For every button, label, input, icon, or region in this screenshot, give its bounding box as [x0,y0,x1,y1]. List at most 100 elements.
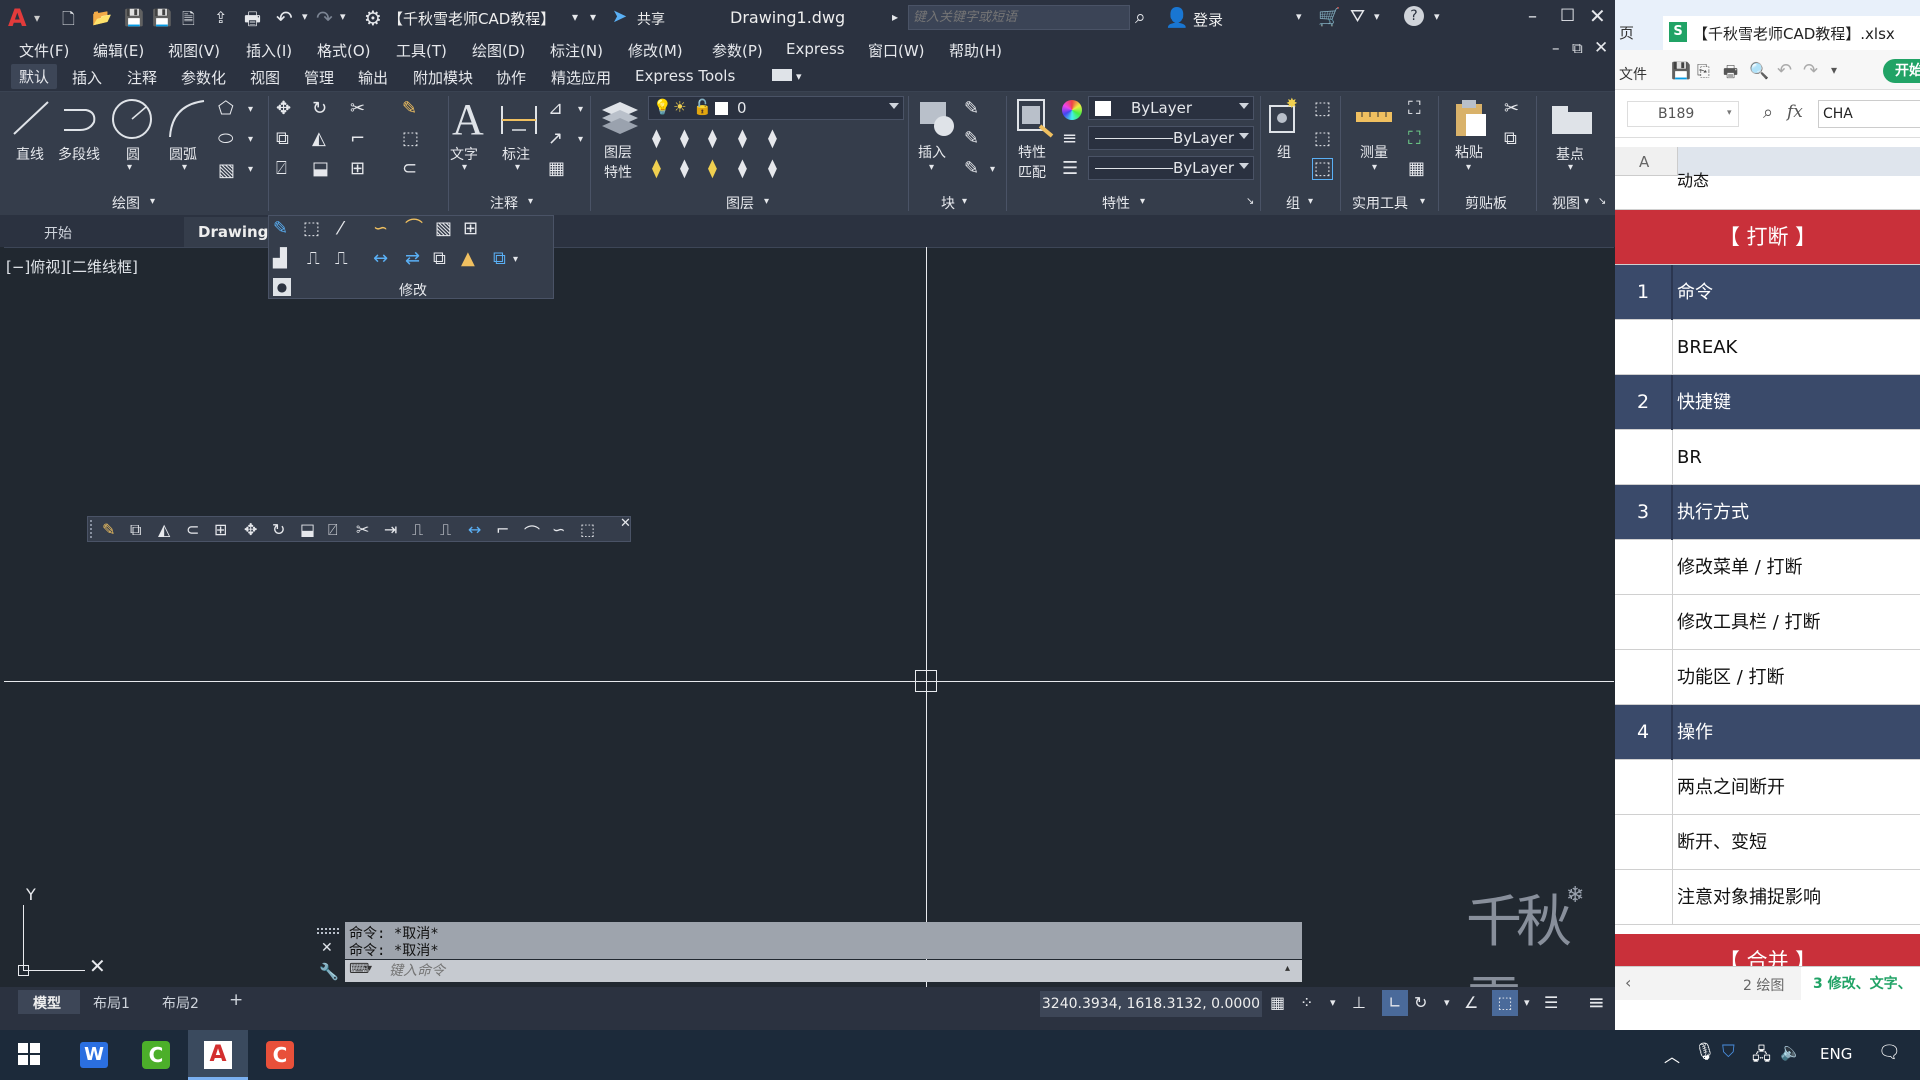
scale-icon[interactable]: ⬓ [312,160,329,178]
layout2-tab[interactable]: 布局2 [162,993,199,1013]
export-icon[interactable]: ⇪ [214,8,227,27]
circle-tool-icon[interactable] [110,97,154,141]
model-tab-label[interactable]: 模型 [33,993,61,1013]
doc-restore-icon[interactable]: ⧉ [1572,39,1583,57]
layer-tool-1-icon[interactable]: ⧫ [652,130,661,148]
sheet-tab-modify[interactable]: 3 修改、文字、 [1801,967,1920,1001]
tab-view[interactable]: 视图 [250,67,280,88]
polygon-icon[interactable]: ⬠ [218,100,234,118]
row-number-cell[interactable]: 1 [1615,265,1673,320]
redo-icon[interactable]: ↷ [316,6,333,30]
match-properties-label-line1[interactable]: 特性 [1018,142,1046,162]
table-row[interactable]: BR [1615,430,1920,485]
floating-modify-toolbar[interactable]: ✎ ⧉ ◭ ⊂ ⊞ ✥ ↻ ⬓ ⍁ ✂ ⇥ ⎍ ⎍ ↔ ⌐ ⌒ ∽ ⬚ ✕ [87,516,631,544]
fillet-icon[interactable]: ⌐ [350,130,365,148]
layer-tool-8-icon[interactable]: ⧫ [708,160,717,178]
scale-icon[interactable]: ⬓ [300,520,315,539]
app-menu-chevron-icon[interactable]: ▾ [34,11,40,25]
ortho-icon[interactable]: ∟ [1382,990,1408,1016]
mirror-icon[interactable]: ◭ [312,130,326,148]
content-cell[interactable]: BR [1677,430,1702,485]
table-row[interactable]: 修改菜单 / 打断 [1615,540,1920,595]
undo-dropdown-icon[interactable]: ▾ [302,10,308,23]
tab-addins[interactable]: 附加模块 [413,67,473,88]
tab-express-tools[interactable]: Express Tools [635,67,735,85]
measure-tool-icon[interactable] [1354,102,1394,132]
base-view-dropdown-icon[interactable]: ▾ [1568,162,1573,173]
row-number-cell[interactable] [1615,595,1673,650]
copy-icon[interactable]: ⧉ [276,130,289,148]
panel-properties-title[interactable]: 特性 [1102,193,1130,213]
mirror-icon[interactable]: ◭ [158,520,170,539]
panel-draw-dropdown-icon[interactable]: ▾ [150,196,155,207]
layer-properties-label-line2[interactable]: 特性 [604,162,632,182]
line-tool-label[interactable]: 直线 [16,144,44,164]
camtasia-recorder-taskbar-icon[interactable]: C [266,1041,294,1069]
customization-menu-icon[interactable]: ≡ [1588,990,1605,1014]
group-tool-label[interactable]: 组 [1277,142,1291,162]
windows-start-icon[interactable] [18,1043,40,1065]
offset-icon[interactable]: ⊂ [402,160,417,178]
grid-icon[interactable]: ▦ [1270,993,1285,1012]
infer-constraints-icon[interactable]: ⊥ [1352,993,1366,1012]
panel-annotation-dropdown-icon[interactable]: ▾ [528,196,533,207]
sheet-tab-draw[interactable]: 2 绘图 [1743,975,1784,995]
snap-icon[interactable]: ⁘ [1300,993,1313,1012]
base-view-icon[interactable] [1550,102,1594,138]
fillet-icon[interactable]: ⌒ [524,520,540,544]
arc-dropdown-icon[interactable]: ▾ [182,162,187,173]
erase-icon[interactable]: ✎ [102,520,115,539]
properties-launcher-icon[interactable]: ↘ [1246,196,1254,207]
multiline-edit-icon[interactable]: ✎ [273,220,288,238]
table-row[interactable]: 断开、变短 [1615,815,1920,870]
leader-dropdown-icon[interactable]: ▾ [578,104,583,115]
panel-layer-dropdown-icon[interactable]: ▾ [764,196,769,207]
menu-view[interactable]: 视图(V) [168,40,220,61]
arc-tool-label[interactable]: 圆弧 [169,144,197,164]
base-view-label[interactable]: 基点 [1556,144,1584,164]
tab-parametric[interactable]: 参数化 [181,67,226,88]
paste-tool-icon[interactable] [1450,96,1490,138]
snap-dropdown-icon[interactable]: ▾ [1330,996,1336,1009]
layer-properties-icon[interactable] [598,96,642,138]
save-as-icon[interactable]: 💾 [152,8,172,27]
linetype-icon[interactable]: ☰ [1062,160,1078,178]
group-tool-icon[interactable]: ✸ [1266,96,1302,138]
insert-block-label[interactable]: 插入 [918,142,946,162]
table-row[interactable]: 修改工具栏 / 打断 [1615,595,1920,650]
row-number-cell[interactable]: 2 [1615,375,1673,430]
tab-collaborate[interactable]: 协作 [496,67,526,88]
row-number-cell[interactable] [1615,430,1673,485]
layer-tool-5-icon[interactable]: ⧫ [768,130,777,148]
trim-icon[interactable]: ✂ [356,520,369,539]
search-icon[interactable]: ⌕ [1135,6,1146,28]
close-icon[interactable]: ✕ [1589,4,1606,28]
row-number-cell[interactable] [1615,815,1673,870]
color-dropdown[interactable]: ByLayer [1088,96,1254,120]
panel-group-dropdown-icon[interactable]: ▾ [1308,196,1313,207]
quick-select-icon[interactable]: ⛶ [1408,100,1421,118]
reverse-icon[interactable]: ▲ [461,250,475,268]
content-cell[interactable]: 修改工具栏 / 打断 [1677,595,1821,650]
sheet-prev-icon[interactable]: ‹ [1625,973,1631,992]
chamfer-icon[interactable]: ⌐ [496,520,509,539]
row-number-cell[interactable]: 3 [1615,485,1673,540]
circle-tool-label[interactable]: 圆 [126,144,140,164]
table-row[interactable]: 功能区 / 打断 [1615,650,1920,705]
layer-dropdown[interactable]: 💡 ☀ 🔓 0 [648,96,904,120]
offset-icon[interactable]: ⊂ [186,520,199,539]
command-input[interactable] [389,961,1269,981]
edit-spline-icon[interactable]: ⌒ [405,220,423,238]
volume-icon[interactable]: 🔈 [1780,1042,1801,1062]
excel-save-icon[interactable]: 💾 [1671,61,1691,80]
login-label[interactable]: 登录 [1193,9,1223,30]
save-icon[interactable]: 💾 [124,8,144,27]
polar-tracking-icon[interactable]: ↻ [1414,993,1427,1012]
lineweight-display-icon[interactable]: ☰ [1544,993,1558,1012]
tab-featured-apps[interactable]: 精选应用 [551,67,611,88]
row-number-cell[interactable] [1615,540,1673,595]
content-cell[interactable]: 修改菜单 / 打断 [1677,540,1803,595]
arc-tool-icon[interactable] [164,97,208,141]
spreadsheet-grid[interactable]: 动态 【 打断 】 1 命令 BREAK 2 快捷键 BR 3 执行方式 修改菜单 / 打断 修改… [1615,171,1920,974]
help-icon[interactable]: ? [1404,6,1424,26]
